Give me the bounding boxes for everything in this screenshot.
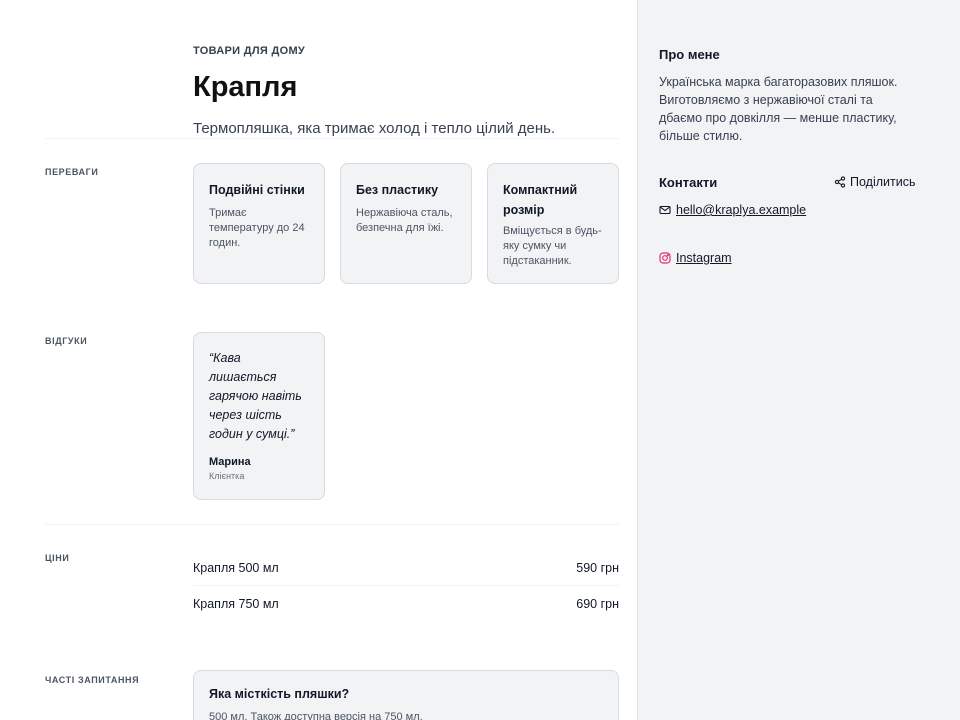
about-heading: Про мене	[659, 47, 720, 62]
divider	[45, 524, 619, 525]
contacts-heading: Контакти	[659, 175, 718, 190]
divider	[193, 585, 619, 586]
about-text: Українська марка багаторазових пляшок. В…	[659, 75, 898, 143]
section-label-faq: ЧАСТІ ЗАПИТАННЯ	[45, 675, 140, 685]
share-icon	[834, 176, 846, 188]
page-subtitle: Термопляшка, яка тримає холод і тепло ці…	[193, 120, 556, 137]
category-eyebrow: ТОВАРИ ДЛЯ ДОМУ	[193, 45, 306, 57]
product-name: Крапля 750 мл	[193, 597, 279, 611]
benefit-text: Тримає температуру до 24 годин.	[209, 207, 305, 249]
benefit-card: Без пластику Нержавіюча сталь, безпечна …	[340, 163, 472, 284]
main-content: ТОВАРИ ДЛЯ ДОМУ Крапля Термопляшка, яка …	[0, 0, 637, 720]
mail-icon	[659, 204, 671, 216]
page: ТОВАРИ ДЛЯ ДОМУ Крапля Термопляшка, яка …	[0, 0, 960, 720]
review-author: Марина	[209, 456, 251, 468]
benefit-card: Подвійні стінки Тримає температуру до 24…	[193, 163, 325, 284]
share-button[interactable]: Поділитись	[834, 175, 915, 189]
contact-email: hello@kraplya.example	[659, 203, 806, 217]
section-label-benefits: ПЕРЕВАГИ	[45, 167, 99, 177]
benefit-text: Нержавіюча сталь, безпечна для їжі.	[356, 207, 453, 234]
review-author-role: Клієнтка	[209, 471, 245, 481]
faq-answer: 500 мл. Також доступна версія на 750 мл.	[209, 711, 423, 720]
product-price: 690 грн	[576, 597, 619, 611]
share-label: Поділитись	[850, 175, 916, 189]
email-link[interactable]: hello@kraplya.example	[676, 203, 806, 217]
page-title: Крапля	[193, 71, 298, 103]
benefit-title: Подвійні стінки	[209, 183, 305, 197]
benefit-text: Вміщується в будь-яку сумку чи підстакан…	[503, 225, 602, 267]
benefit-title: Компактний розмір	[503, 183, 578, 217]
instagram-icon	[659, 252, 671, 264]
review-card: “Кава лишається гарячою навіть через шіс…	[193, 332, 325, 500]
section-label-prices: ЦІНИ	[45, 553, 70, 563]
faq-item[interactable]: Яка місткість пляшки? 500 мл. Також дост…	[193, 670, 619, 720]
product-name: Крапля 500 мл	[193, 561, 279, 575]
section-label-reviews: ВІДГУКИ	[45, 336, 88, 346]
benefit-card: Компактний розмір Вміщується в будь-яку …	[487, 163, 619, 284]
faq-question: Яка місткість пляшки?	[209, 687, 350, 701]
sidebar: Про мене Українська марка багаторазових …	[637, 0, 960, 720]
benefit-title: Без пластику	[356, 183, 439, 197]
product-price: 590 грн	[576, 561, 619, 575]
contact-instagram: Instagram	[659, 251, 732, 265]
review-quote: “Кава лишається гарячою навіть через шіс…	[209, 351, 302, 441]
divider	[45, 138, 619, 139]
hero: ТОВАРИ ДЛЯ ДОМУ Крапля Термопляшка, яка …	[193, 45, 623, 139]
instagram-link[interactable]: Instagram	[676, 251, 732, 265]
